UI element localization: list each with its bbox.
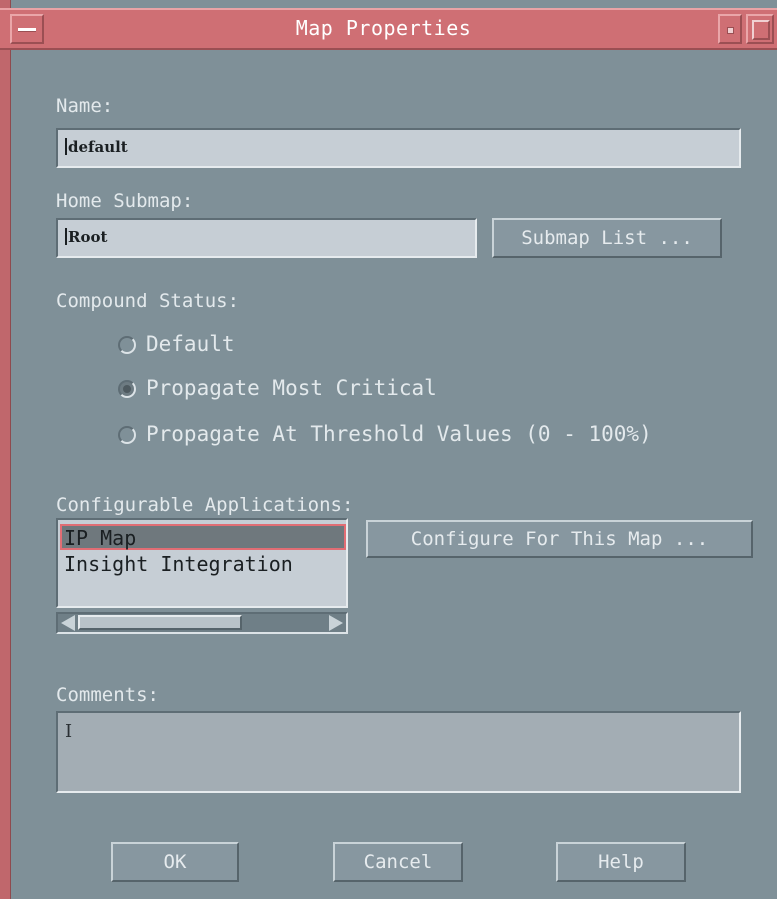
horizontal-scrollbar[interactable] <box>56 612 348 634</box>
radio-propagate-threshold-label: Propagate At Threshold Values (0 - 100%) <box>146 422 652 446</box>
text-cursor <box>65 138 67 155</box>
compound-status-label: Compound Status: <box>56 290 240 312</box>
name-label: Name: <box>56 95 114 117</box>
home-submap-label: Home Submap: <box>56 190 194 212</box>
home-submap-value: Root <box>68 228 108 246</box>
radio-propagate-most-critical-label: Propagate Most Critical <box>146 376 437 400</box>
radio-default-indicator[interactable] <box>118 336 136 354</box>
cancel-button[interactable]: Cancel <box>333 842 463 882</box>
ok-button[interactable]: OK <box>111 842 239 882</box>
arrow-left-icon[interactable] <box>61 615 75 631</box>
home-submap-field[interactable]: Root <box>56 218 477 258</box>
help-button[interactable]: Help <box>556 842 686 882</box>
name-value: default <box>68 138 128 156</box>
scrollbar-thumb[interactable] <box>78 615 242 630</box>
comments-textarea[interactable]: I <box>56 711 741 793</box>
minimize-icon[interactable] <box>718 14 742 44</box>
comments-label: Comments: <box>56 684 159 706</box>
list-item-ip-map[interactable]: IP Map <box>60 524 346 550</box>
map-properties-dialog: Map Properties Name: default Home Submap… <box>0 0 777 899</box>
window-menu-icon[interactable] <box>10 14 44 44</box>
radio-propagate-threshold-indicator[interactable] <box>118 426 136 444</box>
arrow-right-icon[interactable] <box>329 615 343 631</box>
text-cursor <box>65 228 67 245</box>
window-title: Map Properties <box>295 16 472 40</box>
configurable-apps-label: Configurable Applications: <box>56 494 354 516</box>
configure-for-this-map-button[interactable]: Configure For This Map ... <box>366 520 753 558</box>
configurable-apps-list[interactable]: IP Map Insight Integration <box>56 518 348 608</box>
window-border <box>0 0 11 899</box>
radio-propagate-most-critical-indicator[interactable] <box>118 380 136 398</box>
list-item-insight-integration[interactable]: Insight Integration <box>60 552 346 578</box>
title-bar[interactable]: Map Properties <box>0 8 777 50</box>
radio-default-label: Default <box>146 332 235 356</box>
text-cursor-ibeam: I <box>65 721 73 742</box>
submap-list-button[interactable]: Submap List ... <box>492 218 722 258</box>
name-field[interactable]: default <box>56 128 741 168</box>
maximize-icon[interactable] <box>746 14 774 44</box>
